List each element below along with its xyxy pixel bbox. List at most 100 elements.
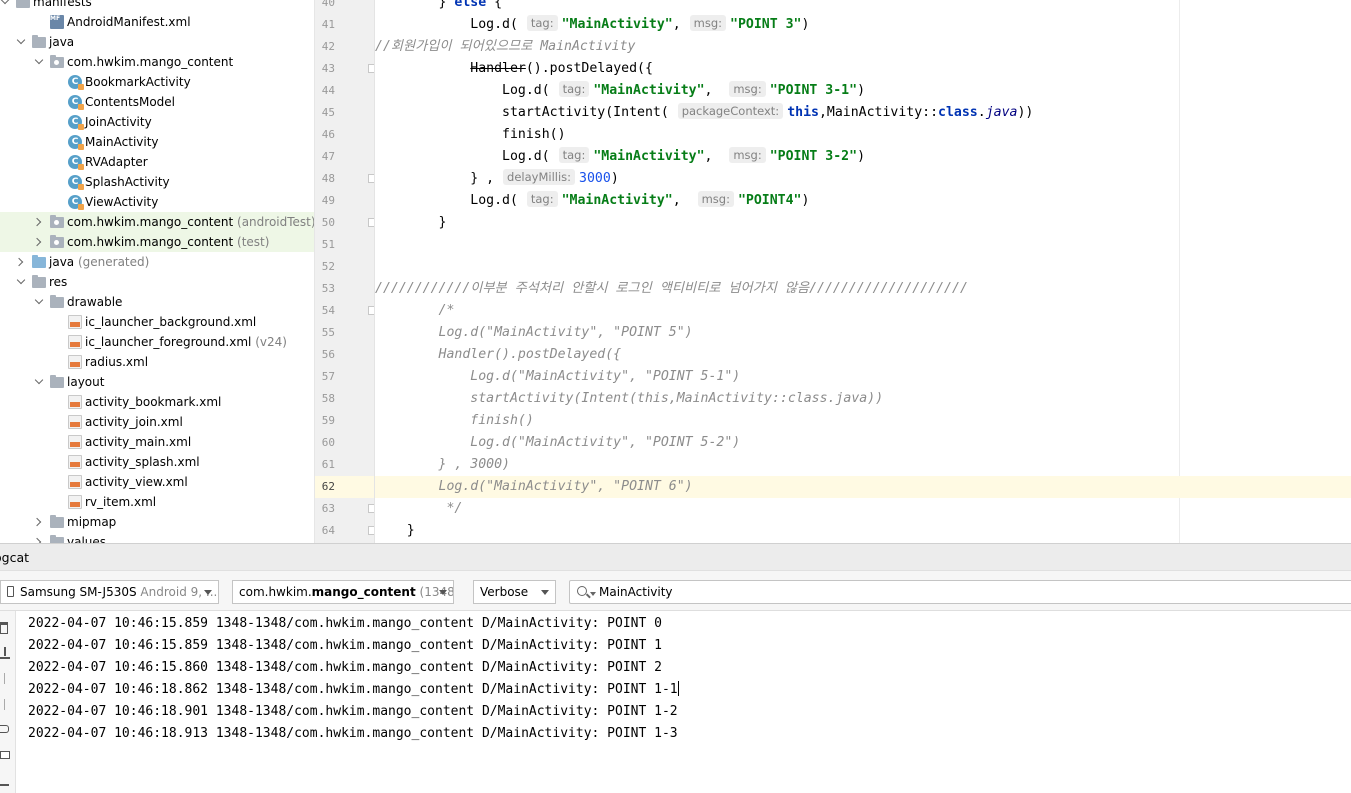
fold-marker-icon[interactable] bbox=[368, 306, 374, 315]
code-line[interactable]: } bbox=[375, 520, 1351, 542]
tree-item[interactable]: com.hwkim.mango_content (androidTest) bbox=[0, 212, 314, 232]
code-line[interactable]: } bbox=[375, 212, 1351, 234]
chevron-right-icon[interactable] bbox=[34, 532, 44, 543]
code-line[interactable]: startActivity(Intent( packageContext: thi… bbox=[375, 102, 1351, 124]
logcat-search-box[interactable] bbox=[569, 580, 1351, 604]
line-number: 42 bbox=[321, 40, 335, 53]
chevron-down-icon[interactable] bbox=[16, 32, 26, 52]
code-line[interactable]: } else { bbox=[375, 0, 1351, 14]
code-line[interactable]: Log.d( tag: "MainActivity", msg: "POINT 3"… bbox=[375, 14, 1351, 36]
device-dropdown[interactable]: Samsung SM-J530S Android 9, ... bbox=[0, 580, 219, 604]
code-editor[interactable]: } else { Log.d( tag: "MainActivity", msg:… bbox=[375, 0, 1351, 543]
tree-item[interactable]: java bbox=[0, 32, 305, 52]
chevron-right-icon[interactable] bbox=[16, 252, 26, 272]
code-line[interactable]: Log.d("MainActivity", "POINT 5-1") bbox=[375, 366, 1351, 388]
line-number: 48 bbox=[321, 172, 335, 185]
tree-item[interactable]: MainActivity bbox=[0, 132, 305, 152]
code-line[interactable] bbox=[375, 256, 1351, 278]
tree-item[interactable]: drawable bbox=[0, 292, 305, 312]
tree-item[interactable]: manifests bbox=[0, 0, 305, 12]
code-line[interactable]: Log.d("MainActivity", "POINT 5-2") bbox=[375, 432, 1351, 454]
log-line[interactable]: 2022-04-07 10:46:15.859 1348-1348/com.hw… bbox=[28, 613, 662, 635]
chevron-right-icon[interactable] bbox=[34, 232, 44, 252]
chevron-right-icon[interactable] bbox=[34, 212, 44, 232]
down-arrow-icon[interactable] bbox=[0, 699, 10, 711]
soft-wrap-icon[interactable] bbox=[0, 725, 9, 733]
tree-item[interactable]: RVAdapter bbox=[0, 152, 305, 172]
code-line[interactable]: finish() bbox=[375, 124, 1351, 146]
chevron-right-icon[interactable] bbox=[34, 512, 44, 532]
log-line[interactable]: 2022-04-07 10:46:18.913 1348-1348/com.hw… bbox=[28, 723, 678, 745]
tree-item[interactable]: AndroidManifest.xml bbox=[0, 9, 305, 32]
print-icon[interactable] bbox=[0, 751, 10, 759]
code-line[interactable]: Log.d( tag: "MainActivity", msg: "POINT4") bbox=[375, 190, 1351, 212]
log-level-dropdown[interactable]: Verbose bbox=[473, 580, 556, 604]
parameter-hint: msg: bbox=[729, 81, 766, 97]
kotlin-class-icon bbox=[68, 195, 84, 210]
tree-item[interactable]: activity_join.xml bbox=[0, 412, 305, 432]
fold-marker-icon[interactable] bbox=[368, 504, 374, 513]
tree-item[interactable]: ic_launcher_foreground.xml (v24) bbox=[0, 332, 305, 352]
chevron-down-icon[interactable] bbox=[16, 272, 26, 292]
tree-item[interactable]: layout bbox=[0, 372, 305, 392]
code-line[interactable]: //회원가입이 되어있으므로 MainActivity bbox=[375, 36, 1351, 58]
tree-item[interactable]: ContentsModel bbox=[0, 92, 305, 112]
log-line[interactable]: 2022-04-07 10:46:15.860 1348-1348/com.hw… bbox=[28, 657, 662, 679]
process-dropdown[interactable]: com.hwkim.mango_content (1348) bbox=[232, 580, 454, 604]
code-line[interactable]: Handler().postDelayed({ bbox=[375, 58, 1351, 80]
search-icon[interactable] bbox=[577, 586, 587, 596]
code-line[interactable]: Handler().postDelayed({ bbox=[375, 344, 1351, 366]
code-line[interactable]: startActivity(Intent(this,MainActivity::… bbox=[375, 388, 1351, 410]
fold-marker-icon[interactable] bbox=[368, 526, 374, 535]
fold-marker-icon[interactable] bbox=[368, 218, 374, 227]
code-line[interactable]: } , 3000) bbox=[375, 454, 1351, 476]
code-line[interactable]: /* bbox=[375, 300, 1351, 322]
code-line[interactable]: Log.d("MainActivity", "POINT 6") bbox=[375, 476, 1351, 498]
code-line[interactable]: Log.d( tag: "MainActivity", msg: "POINT 3-… bbox=[375, 146, 1351, 168]
code-line[interactable]: */ bbox=[375, 498, 1351, 520]
log-line[interactable]: 2022-04-07 10:46:18.901 1348-1348/com.hw… bbox=[28, 701, 678, 723]
fold-marker-icon[interactable] bbox=[368, 64, 374, 73]
up-arrow-icon[interactable] bbox=[0, 673, 10, 685]
tree-item[interactable]: com.hwkim.mango_content bbox=[0, 52, 305, 72]
tree-item[interactable]: JoinActivity bbox=[0, 112, 305, 132]
log-line[interactable]: 2022-04-07 10:46:15.859 1348-1348/com.hw… bbox=[28, 635, 662, 657]
logcat-output[interactable]: 2022-04-07 10:46:15.859 1348-1348/com.hw… bbox=[16, 611, 1351, 793]
search-options-icon[interactable] bbox=[590, 592, 596, 596]
fold-marker-icon[interactable] bbox=[368, 174, 374, 183]
line-number: 63 bbox=[321, 502, 335, 515]
chevron-down-icon[interactable] bbox=[34, 52, 44, 72]
code-line[interactable]: finish() bbox=[375, 410, 1351, 432]
tree-item[interactable]: activity_bookmark.xml bbox=[0, 392, 305, 412]
xml-file-icon bbox=[68, 495, 82, 509]
code-line[interactable] bbox=[375, 234, 1351, 256]
tree-item[interactable]: activity_view.xml bbox=[0, 472, 305, 492]
tree-item[interactable]: java (generated) bbox=[0, 252, 305, 272]
code-line[interactable]: ////////////이부분 주석처리 안할시 로그인 액티비티로 넘어가지 … bbox=[375, 278, 1351, 300]
tree-item-label: radius.xml bbox=[85, 355, 149, 369]
code-line[interactable]: Log.d("MainActivity", "POINT 5") bbox=[375, 322, 1351, 344]
tree-item[interactable]: activity_splash.xml bbox=[0, 452, 305, 472]
code-line[interactable]: } , delayMillis: 3000) bbox=[375, 168, 1351, 190]
tree-item[interactable]: ic_launcher_background.xml bbox=[0, 312, 305, 332]
tree-item[interactable]: values bbox=[0, 532, 305, 543]
tree-item[interactable]: com.hwkim.mango_content (test) bbox=[0, 232, 314, 252]
scroll-to-end-icon[interactable] bbox=[0, 647, 10, 659]
logcat-search-input[interactable] bbox=[599, 581, 1299, 603]
tree-item[interactable]: rv_item.xml bbox=[0, 492, 305, 512]
chevron-down-icon[interactable] bbox=[0, 0, 10, 12]
code-line[interactable]: Log.d( tag: "MainActivity", msg: "POINT 3-… bbox=[375, 80, 1351, 102]
folder-icon bbox=[50, 295, 64, 308]
tree-item[interactable]: ViewActivity bbox=[0, 192, 305, 212]
tree-item[interactable]: radius.xml bbox=[0, 352, 305, 372]
restart-icon[interactable] bbox=[0, 779, 10, 791]
log-line[interactable]: 2022-04-07 10:46:18.862 1348-1348/com.hw… bbox=[28, 679, 680, 701]
tree-item[interactable]: activity_main.xml bbox=[0, 432, 305, 452]
chevron-down-icon[interactable] bbox=[34, 372, 44, 392]
tree-item[interactable]: BookmarkActivity bbox=[0, 72, 305, 92]
clear-logcat-icon[interactable] bbox=[0, 622, 8, 634]
tree-item[interactable]: res bbox=[0, 272, 305, 292]
tree-item[interactable]: SplashActivity bbox=[0, 172, 305, 192]
tree-item[interactable]: mipmap bbox=[0, 512, 305, 532]
chevron-down-icon[interactable] bbox=[34, 292, 44, 312]
